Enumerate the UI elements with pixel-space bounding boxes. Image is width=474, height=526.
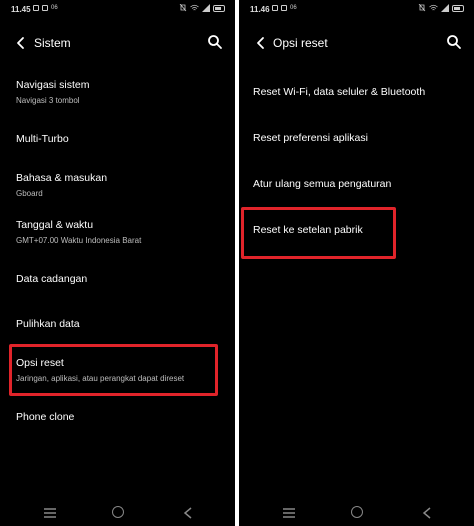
- search-icon[interactable]: [446, 34, 462, 50]
- nav-back-icon[interactable]: [422, 507, 432, 519]
- status-bar: 11.46 06: [239, 0, 474, 20]
- battery-icon: [213, 4, 225, 12]
- settings-item-navigasi-sistem[interactable]: Navigasi sistem Navigasi 3 tombol: [16, 79, 225, 106]
- app-bar: Opsi reset: [239, 28, 474, 58]
- status-time: 11.45: [11, 5, 31, 14]
- signal-icon: [202, 4, 210, 12]
- screen-opsi-reset: 11.46 06 Opsi reset Reset Wi-Fi, data se…: [239, 0, 474, 526]
- notification-icon: [272, 5, 278, 11]
- page-title: Opsi reset: [273, 36, 328, 50]
- item-title: Navigasi sistem: [16, 79, 90, 91]
- home-icon[interactable]: [112, 506, 124, 518]
- navigation-bar: [0, 500, 235, 526]
- reset-item-atur-ulang-semua[interactable]: Atur ulang semua pengaturan: [253, 178, 464, 191]
- settings-item-pulihkan-data[interactable]: Pulihkan data: [16, 318, 225, 331]
- signal-icon: [441, 4, 449, 12]
- highlight-box: [241, 207, 396, 259]
- mute-icon: [179, 4, 187, 12]
- navigation-bar: [239, 500, 474, 526]
- highlight-box: [9, 344, 218, 396]
- nav-back-icon[interactable]: [183, 507, 193, 519]
- status-bar: 11.45 06: [0, 0, 235, 20]
- reset-item-preferensi-aplikasi[interactable]: Reset preferensi aplikasi: [253, 132, 464, 145]
- item-title: Pulihkan data: [16, 318, 80, 330]
- mute-icon: [418, 4, 426, 12]
- home-icon[interactable]: [351, 506, 363, 518]
- arrow-back-icon[interactable]: [12, 34, 30, 52]
- settings-item-phone-clone[interactable]: Phone clone: [16, 411, 225, 424]
- item-title: Multi-Turbo: [16, 133, 69, 145]
- screen-sistem: 11.45 06 Sistem Navigasi sistem Navigasi…: [0, 0, 235, 526]
- notification-icon: [281, 5, 287, 11]
- arrow-back-icon[interactable]: [252, 34, 270, 52]
- wifi-icon: [190, 4, 199, 11]
- app-bar: Sistem: [0, 28, 235, 58]
- notification-icon: [42, 5, 48, 11]
- item-title: Reset Wi-Fi, data seluler & Bluetooth: [253, 86, 426, 98]
- wifi-icon: [429, 4, 438, 11]
- item-title: Atur ulang semua pengaturan: [253, 178, 392, 190]
- item-subtitle: GMT+07.00 Waktu Indonesia Barat: [16, 236, 142, 245]
- page-title: Sistem: [34, 36, 71, 50]
- item-title: Data cadangan: [16, 273, 88, 285]
- search-icon[interactable]: [207, 34, 223, 50]
- item-title: Reset preferensi aplikasi: [253, 132, 368, 144]
- settings-item-bahasa-masukan[interactable]: Bahasa & masukan Gboard: [16, 172, 225, 199]
- battery-icon: [452, 4, 464, 12]
- status-time: 11.46: [250, 5, 270, 14]
- settings-item-multi-turbo[interactable]: Multi-Turbo: [16, 133, 225, 146]
- item-subtitle: Gboard: [16, 189, 43, 198]
- item-subtitle: Navigasi 3 tombol: [16, 96, 80, 105]
- signal-text: 06: [290, 5, 297, 11]
- reset-item-wifi-data-bluetooth[interactable]: Reset Wi-Fi, data seluler & Bluetooth: [253, 86, 464, 99]
- item-title: Phone clone: [16, 411, 75, 423]
- notification-icon: [33, 5, 39, 11]
- signal-text: 06: [51, 5, 58, 11]
- recents-icon[interactable]: [283, 508, 295, 518]
- settings-item-tanggal-waktu[interactable]: Tanggal & waktu GMT+07.00 Waktu Indonesi…: [16, 219, 225, 246]
- item-title: Bahasa & masukan: [16, 172, 108, 184]
- settings-item-data-cadangan[interactable]: Data cadangan: [16, 273, 225, 286]
- recents-icon[interactable]: [44, 508, 56, 518]
- item-title: Tanggal & waktu: [16, 219, 94, 231]
